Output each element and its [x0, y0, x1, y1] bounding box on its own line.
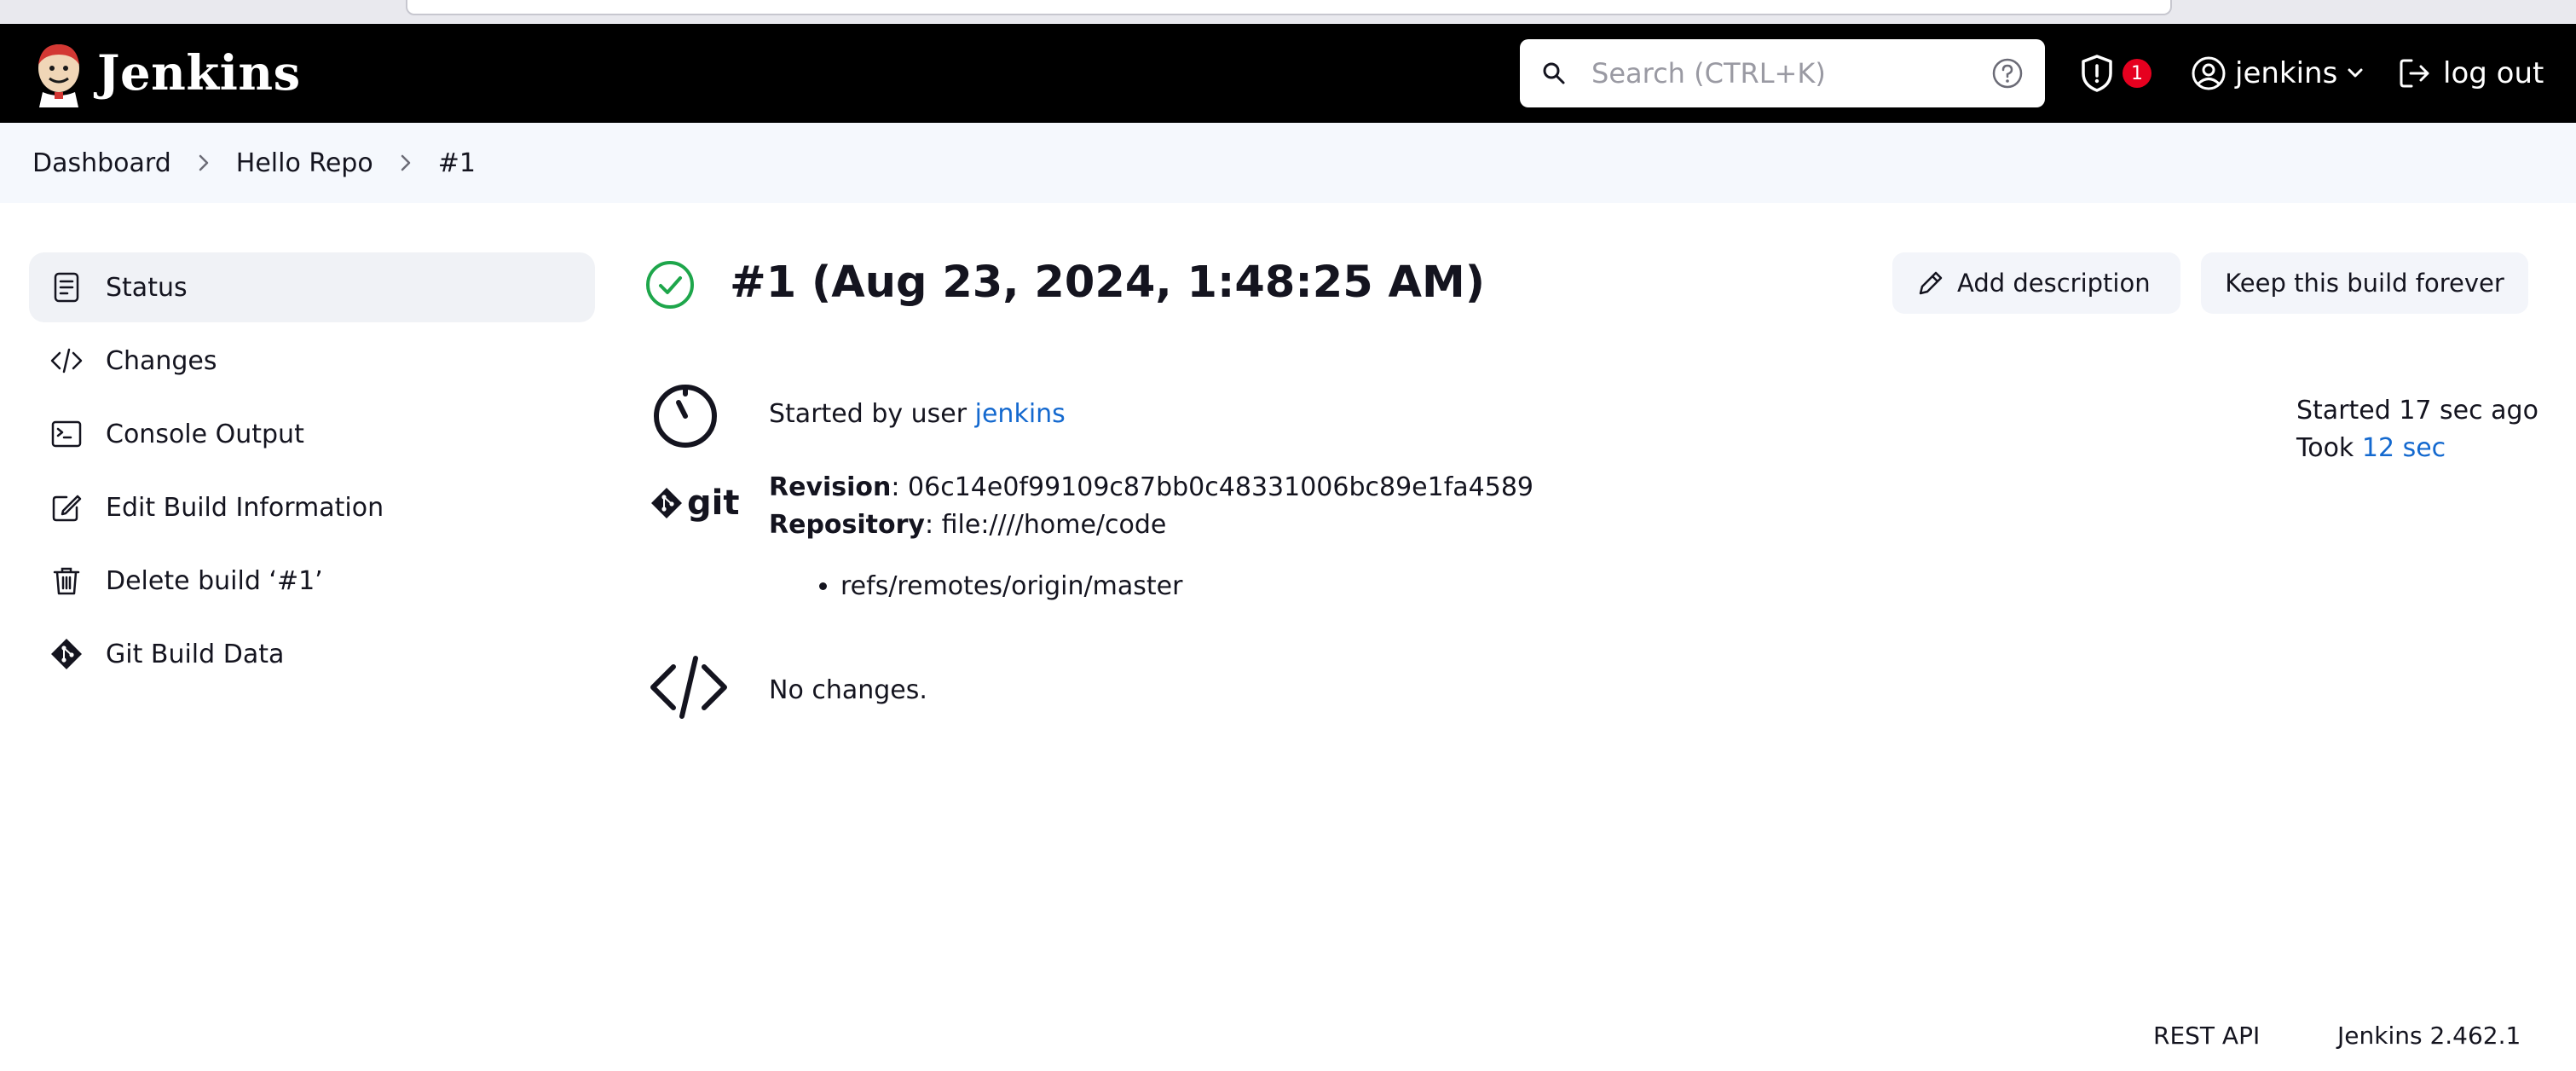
- rest-api-link[interactable]: REST API: [2153, 1022, 2260, 1050]
- sidebar-item-git-build-data[interactable]: Git Build Data: [29, 619, 595, 689]
- help-icon[interactable]: [1990, 56, 2024, 90]
- git-revision-row: git Revision: 06c14e0f99109c87bb0c483310…: [644, 469, 2179, 605]
- build-header: #1 (Aug 23, 2024, 1:48:25 AM) Add descri…: [644, 247, 2528, 321]
- repository-label: Repository: [769, 510, 925, 540]
- jenkins-logo[interactable]: Jenkins: [31, 39, 301, 107]
- sidebar-item-edit-build-information[interactable]: Edit Build Information: [29, 472, 595, 542]
- add-description-label: Add description: [1957, 269, 2151, 298]
- breadcrumb-bar: Dashboard Hello Repo #1: [0, 123, 2576, 203]
- sidebar-item-changes[interactable]: Changes: [29, 326, 595, 396]
- took-prefix: Took: [2296, 433, 2362, 463]
- search-icon: [1543, 62, 1565, 84]
- branch-item: refs/remotes/origin/master: [840, 568, 1533, 605]
- jenkins-version-link[interactable]: Jenkins 2.462.1: [2337, 1022, 2521, 1050]
- git-icon: [51, 639, 82, 669]
- code-icon: [650, 656, 727, 719]
- logout-label: log out: [2443, 56, 2544, 90]
- document-icon: [54, 272, 79, 303]
- chevron-down-icon: [2348, 68, 2363, 78]
- no-changes-text: No changes.: [769, 675, 927, 705]
- terminal-icon: [51, 420, 82, 448]
- timer-icon: [654, 385, 717, 448]
- started-by-user-link[interactable]: jenkins: [975, 399, 1066, 429]
- page-title: #1 (Aug 23, 2024, 1:48:25 AM): [730, 258, 1486, 308]
- add-description-button[interactable]: Add description: [1892, 252, 2180, 314]
- sidebar: Status Changes Console Output Edit Build…: [29, 252, 595, 692]
- security-monitor[interactable]: 1: [2078, 51, 2151, 96]
- started-ago: Started 17 sec ago: [2296, 396, 2538, 426]
- revision-line: Revision: 06c14e0f99109c87bb0c48331006bc…: [769, 469, 1533, 507]
- breadcrumb-item-dashboard[interactable]: Dashboard: [32, 148, 171, 178]
- keep-build-forever-button[interactable]: Keep this build forever: [2201, 252, 2528, 314]
- search-input[interactable]: [1591, 53, 1967, 94]
- browser-toolbar: [0, 0, 2576, 24]
- revision-label: Revision: [769, 472, 892, 502]
- repository-line: Repository: file:////home/code: [769, 507, 1533, 544]
- logout-icon: [2400, 59, 2429, 88]
- sidebar-item-console-output[interactable]: Console Output: [29, 399, 595, 469]
- user-avatar-icon: [2192, 56, 2226, 90]
- sidebar-item-label: Edit Build Information: [106, 492, 384, 523]
- took-duration: Took 12 sec: [2296, 430, 2538, 467]
- sidebar-item-label: Changes: [106, 345, 217, 376]
- breadcrumb-item-hello-repo[interactable]: Hello Repo: [236, 148, 373, 178]
- page-header: Jenkins 1 jenkins: [0, 24, 2576, 123]
- user-menu[interactable]: jenkins: [2191, 51, 2365, 96]
- trash-icon: [53, 567, 80, 595]
- build-timing: Started 17 sec ago Took 12 sec: [2296, 392, 2538, 467]
- jenkins-butler-icon: [38, 44, 79, 107]
- security-badge-count: 1: [2123, 59, 2151, 88]
- revision-value: : 06c14e0f99109c87bb0c48331006bc89e1fa45…: [891, 472, 1534, 502]
- started-by-prefix: Started by user: [769, 399, 975, 429]
- sidebar-item-status[interactable]: Status: [29, 252, 595, 322]
- breadcrumb-item-build[interactable]: #1: [438, 148, 476, 178]
- started-by-text: Started by user jenkins: [769, 399, 1066, 429]
- browser-address-bar[interactable]: [406, 0, 2172, 15]
- user-name: jenkins: [2235, 56, 2338, 90]
- sidebar-item-label: Console Output: [106, 419, 304, 449]
- branch-list: refs/remotes/origin/master: [769, 568, 1533, 605]
- edit-icon: [52, 495, 82, 522]
- code-icon: [50, 348, 83, 373]
- git-icon: [651, 488, 682, 518]
- sidebar-item-label: Git Build Data: [106, 639, 285, 669]
- success-check-icon: [646, 261, 694, 309]
- keep-build-forever-label: Keep this build forever: [2225, 269, 2504, 298]
- logout-link[interactable]: log out: [2397, 51, 2544, 96]
- sidebar-item-delete-build[interactable]: Delete build ‘#1’: [29, 546, 595, 616]
- sidebar-item-label: Status: [106, 272, 188, 303]
- shield-icon: [2082, 55, 2112, 92]
- chevron-right-icon: [199, 154, 209, 171]
- pencil-icon: [1919, 271, 1943, 295]
- sidebar-item-label: Delete build ‘#1’: [106, 565, 323, 596]
- git-logo: git: [650, 486, 739, 520]
- repository-value: : file:////home/code: [924, 510, 1167, 540]
- build-cause-row: Started by user jenkins: [644, 375, 2179, 452]
- app-name: Jenkins: [97, 45, 301, 101]
- git-logo-text: git: [687, 483, 740, 523]
- breadcrumb: Dashboard Hello Repo #1: [32, 142, 476, 184]
- chevron-right-icon: [401, 154, 410, 171]
- changes-row: No changes.: [644, 648, 2179, 725]
- took-duration-link[interactable]: 12 sec: [2362, 433, 2446, 463]
- git-details: Revision: 06c14e0f99109c87bb0c48331006bc…: [769, 469, 1533, 605]
- search-box[interactable]: [1520, 39, 2045, 107]
